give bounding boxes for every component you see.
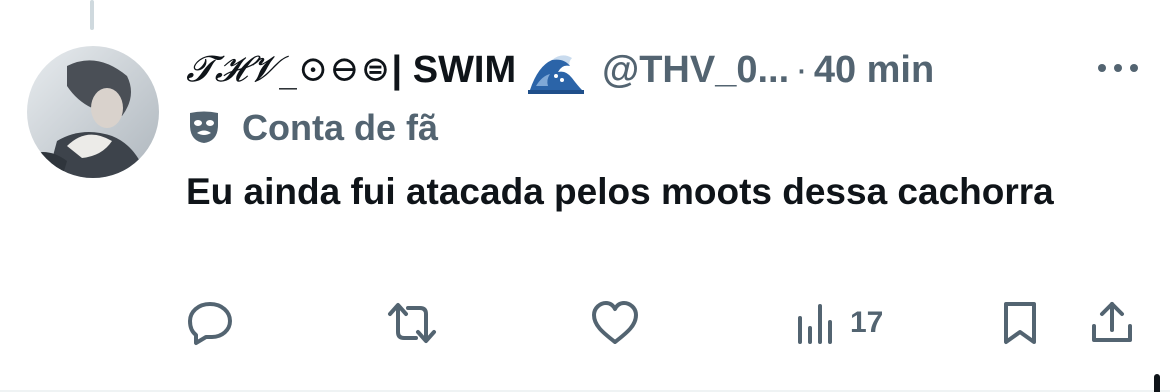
views-icon bbox=[796, 300, 840, 346]
like-icon bbox=[590, 300, 640, 346]
author-display-name[interactable]: 𝓣𝓗𝓥_⊙⊖⊜ bbox=[186, 49, 392, 91]
bookmark-icon bbox=[1000, 300, 1040, 346]
thread-connector-line bbox=[90, 0, 94, 30]
theater-mask-icon bbox=[188, 111, 220, 145]
views-count: 17 bbox=[850, 306, 884, 339]
retweet-icon bbox=[386, 300, 438, 346]
tweet-text: Eu ainda fui atacada pelos moots dessa c… bbox=[186, 171, 1054, 212]
wave-icon bbox=[528, 46, 585, 94]
share-button[interactable] bbox=[1090, 300, 1134, 346]
time-separator: · bbox=[795, 48, 808, 91]
tweet[interactable]: 𝓣𝓗𝓥_⊙⊖⊜ | SWIM @THV_0... · 40 min Conta … bbox=[0, 0, 1170, 392]
retweet-button[interactable] bbox=[386, 300, 438, 346]
like-button[interactable] bbox=[590, 300, 640, 346]
tweet-header: 𝓣𝓗𝓥_⊙⊖⊜ | SWIM @THV_0... · 40 min bbox=[186, 42, 934, 98]
reply-icon bbox=[186, 300, 234, 346]
avatar[interactable] bbox=[27, 46, 159, 178]
author-handle[interactable]: @THV_0... bbox=[602, 49, 789, 92]
views-button[interactable]: 17 bbox=[796, 300, 883, 346]
fan-account-text: Conta de fã bbox=[242, 107, 439, 148]
share-icon bbox=[1090, 300, 1134, 346]
author-name-suffix[interactable]: | SWIM bbox=[392, 49, 517, 92]
fan-account-label: Conta de fã bbox=[188, 104, 438, 152]
reply-button[interactable] bbox=[186, 300, 234, 346]
bookmark-button[interactable] bbox=[1000, 300, 1040, 346]
scrollbar-thumb[interactable] bbox=[1154, 374, 1160, 392]
tweet-timestamp[interactable]: 40 min bbox=[814, 49, 934, 92]
more-icon[interactable] bbox=[1096, 60, 1140, 76]
